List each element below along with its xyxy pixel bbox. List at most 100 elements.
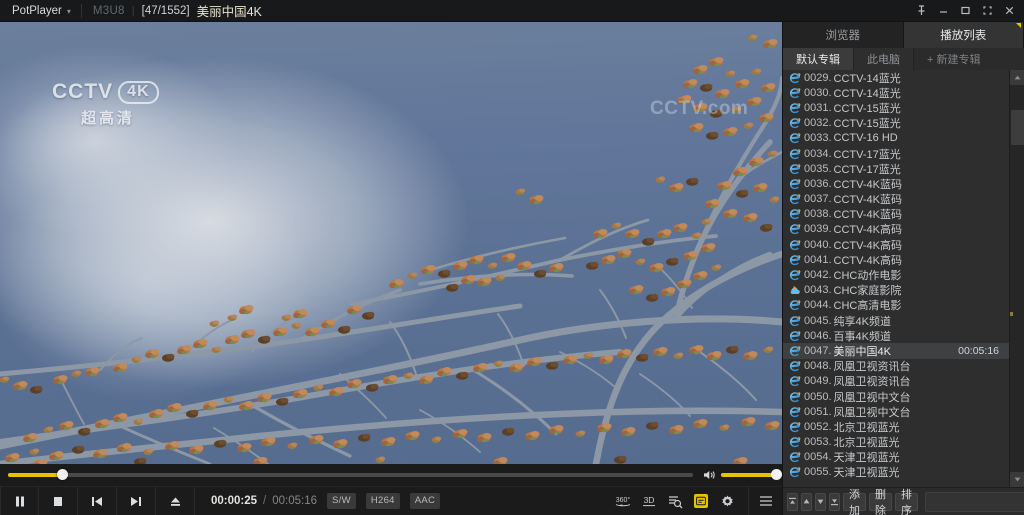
ie-icon (789, 254, 804, 266)
playlist-item-number: 0035. (804, 163, 832, 175)
pause-button[interactable] (0, 487, 39, 515)
playlist-item[interactable]: 0036.CCTV-4K蓝码 (783, 176, 1009, 191)
playlist-item[interactable]: 0049.凤凰卫视资讯台 (783, 374, 1009, 389)
playlist-item[interactable]: 0043.CHC家庭影院 (783, 283, 1009, 298)
seek-bar[interactable] (8, 464, 693, 486)
add-button[interactable]: 添加 (843, 493, 866, 511)
playlist-item[interactable]: 0046.百事4K频道 (783, 328, 1009, 343)
playlist-item[interactable]: 0051.凤凰卫视中文台 (783, 404, 1009, 419)
time-separator: / (263, 495, 266, 507)
close-icon[interactable] (998, 0, 1020, 22)
settings-gear-button[interactable] (714, 487, 740, 515)
playlist-item-number: 0038. (804, 208, 832, 220)
playlist-item[interactable]: 0041.CCTV-4K高码 (783, 252, 1009, 267)
playlist-item[interactable]: 0037.CCTV-4K蓝码 (783, 192, 1009, 207)
playlist-item-title: CHC高清电影 (834, 297, 902, 313)
video-surface[interactable]: CCTV 4K 超高清 CCTV.com (0, 22, 782, 464)
playlist-item-number: 0049. (804, 375, 832, 387)
playlist-item[interactable]: 0042.CHC动作电影 (783, 267, 1009, 282)
previous-button[interactable] (78, 487, 117, 515)
playlist-item-number: 0045. (804, 315, 832, 327)
sort-button[interactable]: 排序 (895, 493, 918, 511)
playlist-item[interactable]: 0029.CCTV-14蓝光 (783, 70, 1009, 85)
pin-icon[interactable] (910, 0, 932, 22)
search-input[interactable] (931, 496, 1024, 508)
playlist-item[interactable]: 0052.北京卫视蓝光 (783, 419, 1009, 434)
volume-slider[interactable] (721, 464, 777, 486)
stop-button[interactable] (39, 487, 78, 515)
renderer-badge: S/W (327, 493, 356, 509)
playlist-item[interactable]: 0035.CCTV-17蓝光 (783, 161, 1009, 176)
playlist-item-number: 0047. (804, 345, 832, 357)
subtab-this-pc-label: 此电脑 (867, 51, 900, 67)
playlist-search-box[interactable] (925, 492, 1024, 512)
delete-button[interactable]: 删除 (869, 493, 892, 511)
playlist-items[interactable]: 0029.CCTV-14蓝光0030.CCTV-14蓝光0031.CCTV-15… (783, 70, 1009, 487)
playlist-item-number: 0054. (804, 451, 832, 463)
hamburger-menu-icon[interactable] (748, 487, 782, 515)
tab-browser[interactable]: 浏览器 (783, 22, 904, 48)
playlist-item[interactable]: 0044.CHC高清电影 (783, 298, 1009, 313)
playlist-item[interactable]: 0047.美丽中国4K00:05:16 (783, 343, 1009, 358)
add-button-label: 添加 (849, 486, 860, 515)
playlist-scrollbar[interactable] (1009, 70, 1024, 487)
playlist-search-button[interactable] (662, 487, 688, 515)
ie-icon (789, 345, 804, 357)
stereo3d-button[interactable]: 3D (636, 487, 662, 515)
titlebar-media-info: M3U8 | [47/1552] 美丽中国4K (82, 1, 262, 20)
tab-playlist[interactable]: 播放列表 (904, 22, 1024, 48)
playlist-item-number: 0051. (804, 406, 832, 418)
playlist-item-number: 0042. (804, 269, 832, 281)
playlist-item[interactable]: 0030.CCTV-14蓝光 (783, 85, 1009, 100)
subtab-default-album[interactable]: 默认专辑 (783, 48, 854, 70)
playlist-item[interactable]: 0053.北京卫视蓝光 (783, 435, 1009, 450)
next-button[interactable] (117, 487, 156, 515)
chevron-down-icon: ▾ (67, 7, 71, 16)
app-menu-button[interactable]: PotPlayer ▾ (0, 0, 81, 22)
playlist-item-title: CCTV-4K蓝码 (834, 191, 902, 207)
playlist-item-title: 北京卫视蓝光 (834, 419, 900, 435)
playlist-item[interactable]: 0039.CCTV-4K高码 (783, 222, 1009, 237)
playlist-item[interactable]: 0055.天津卫视蓝光 (783, 465, 1009, 480)
scrollbar-thumb[interactable] (1011, 110, 1024, 145)
scroll-up-arrow-icon[interactable] (1010, 70, 1024, 85)
speaker-icon[interactable] (703, 469, 716, 481)
playlist-area: 0029.CCTV-14蓝光0030.CCTV-14蓝光0031.CCTV-15… (783, 70, 1024, 487)
playlist-item[interactable]: 0045.纯享4K频道 (783, 313, 1009, 328)
minimize-icon[interactable] (932, 0, 954, 22)
playlist-item[interactable]: 0050.凤凰卫视中文台 (783, 389, 1009, 404)
move-to-bottom-button[interactable] (829, 493, 840, 511)
maximize-icon[interactable] (954, 0, 976, 22)
scrollbar-position-tick (1010, 312, 1013, 316)
eject-button[interactable] (156, 487, 195, 515)
ie-icon (789, 360, 804, 372)
scroll-down-arrow-icon[interactable] (1010, 472, 1024, 487)
fullscreen-icon[interactable] (976, 0, 998, 22)
subtab-this-pc[interactable]: 此电脑 (854, 48, 914, 70)
playlist-item[interactable]: 0031.CCTV-15蓝光 (783, 100, 1009, 115)
playlist-item[interactable]: 0038.CCTV-4K蓝码 (783, 207, 1009, 222)
seek-handle[interactable] (57, 469, 68, 480)
playlist-item-title: 天津卫视蓝光 (834, 464, 900, 480)
playlist-item[interactable]: 0048.凤凰卫视资讯台 (783, 359, 1009, 374)
move-down-button[interactable] (815, 493, 826, 511)
tab-playlist-label: 播放列表 (940, 27, 986, 43)
ie-icon (789, 330, 804, 342)
playlist-item-number: 0029. (804, 72, 832, 84)
playlist-item[interactable]: 0054.天津卫视蓝光 (783, 450, 1009, 465)
move-to-top-button[interactable] (787, 493, 798, 511)
subtab-new-album[interactable]: + 新建专辑 (914, 48, 993, 70)
playlist-item[interactable]: 0034.CCTV-17蓝光 (783, 146, 1009, 161)
ie-icon (789, 315, 804, 327)
ie-icon (789, 208, 804, 220)
ie-icon (789, 163, 804, 175)
playlist-item[interactable]: 0040.CCTV-4K高码 (783, 237, 1009, 252)
subtitle-button[interactable] (688, 487, 714, 515)
playlist-item[interactable]: 0033.CCTV-16 HD (783, 131, 1009, 146)
move-up-button[interactable] (801, 493, 812, 511)
playlist-item-title: CCTV-17蓝光 (834, 146, 901, 162)
vr360-button[interactable]: 360° (610, 487, 636, 515)
ie-icon (789, 466, 804, 478)
playlist-item[interactable]: 0032.CCTV-15蓝光 (783, 116, 1009, 131)
volume-handle[interactable] (771, 469, 782, 480)
